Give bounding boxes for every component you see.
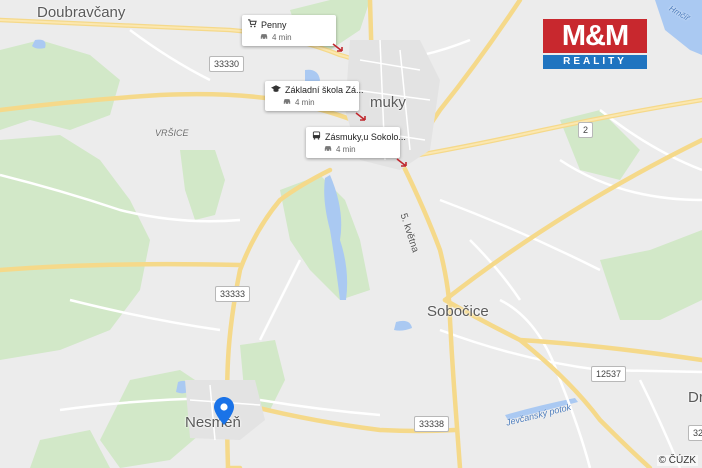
poi-title: Zásmuky,u Sokolo... bbox=[325, 131, 406, 142]
car-icon bbox=[283, 98, 291, 107]
road-shield-2: 2 bbox=[578, 122, 594, 138]
poi-title: Základní škola Zá... bbox=[285, 85, 364, 95]
poi-pointer-arrow-icon bbox=[332, 43, 343, 52]
poi-card-bus-stop[interactable]: Zásmuky,u Sokolo... 4 min bbox=[306, 127, 406, 158]
poi-card-penny[interactable]: Penny 4 min bbox=[242, 15, 336, 46]
poi-pointer-arrow-icon bbox=[355, 112, 366, 121]
shopping-cart-icon bbox=[248, 19, 257, 30]
poi-travel-time: 4 min bbox=[272, 33, 292, 42]
town-label-sobocice: Sobočice bbox=[427, 303, 489, 320]
mm-reality-logo: M&M REALITY bbox=[543, 19, 647, 69]
poi-card-school[interactable]: Základní škola Zá... 4 min bbox=[265, 81, 364, 111]
car-icon bbox=[324, 145, 332, 154]
road-shield-32: 32 bbox=[688, 425, 702, 441]
poi-pointer-arrow-icon bbox=[396, 158, 407, 167]
town-label-dr: Dr bbox=[688, 389, 702, 406]
road-shield-12537: 12537 bbox=[591, 366, 627, 382]
poi-travel-time: 4 min bbox=[336, 145, 356, 154]
logo-subtitle-text: REALITY bbox=[543, 55, 647, 69]
map-copyright: © ČÚZK bbox=[656, 455, 698, 466]
school-icon bbox=[271, 85, 281, 95]
road-shield-33338: 33338 bbox=[414, 416, 450, 432]
bus-icon bbox=[312, 131, 321, 142]
locality-label-vrsice: VRŠICE bbox=[155, 128, 189, 138]
road-shield-33330: 33330 bbox=[209, 56, 245, 72]
location-pin-icon[interactable] bbox=[214, 397, 234, 425]
town-label-doubravcany: Doubravčany bbox=[37, 4, 126, 21]
road-shield-33333: 33333 bbox=[215, 286, 251, 302]
town-label-zasmuky: muky bbox=[370, 94, 406, 111]
map-canvas[interactable] bbox=[0, 0, 702, 468]
poi-title: Penny bbox=[261, 19, 287, 30]
poi-travel-time: 4 min bbox=[295, 98, 315, 107]
car-icon bbox=[260, 33, 268, 42]
logo-brand-text: M&M bbox=[543, 19, 647, 53]
